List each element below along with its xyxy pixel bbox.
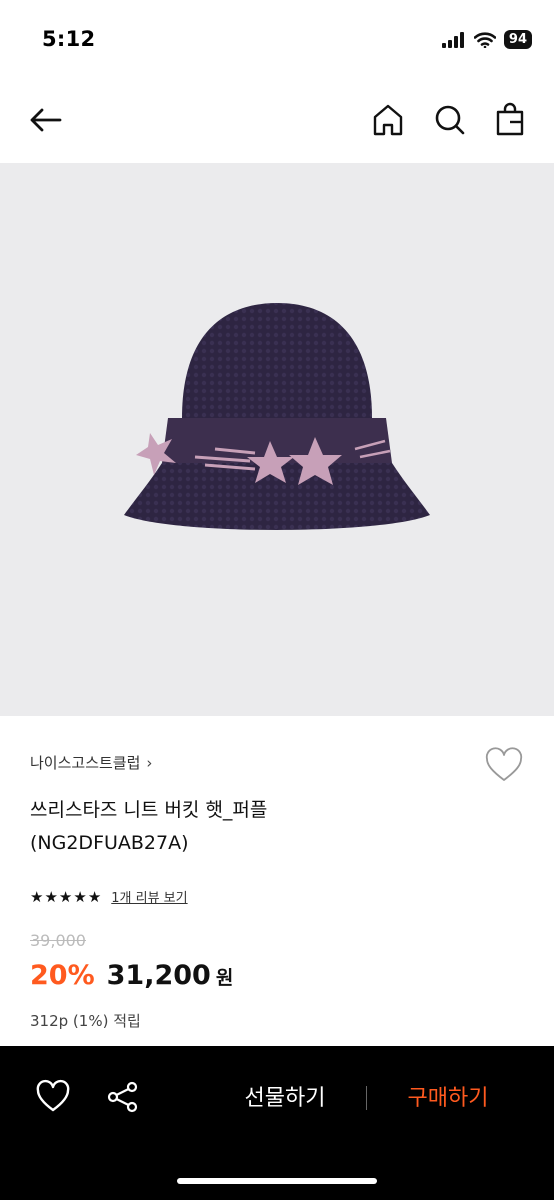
back-arrow-icon <box>30 108 62 132</box>
bottom-action-bar: 선물하기 구매하기 <box>0 1046 554 1200</box>
divider <box>366 1086 367 1110</box>
brand-name: 나이스고스트클럽 <box>30 754 141 772</box>
price-row: 20% 31,200 원 <box>30 960 233 991</box>
home-button[interactable] <box>368 100 408 140</box>
cart-button[interactable] <box>490 100 530 140</box>
product-title-line1: 쓰리스타즈 니트 버킷 햇_퍼플 <box>30 799 268 821</box>
heart-icon <box>36 1079 70 1112</box>
gift-button[interactable]: 선물하기 <box>225 1080 345 1112</box>
star-icon: ★ <box>73 887 87 906</box>
product-image[interactable] <box>0 163 554 716</box>
search-icon <box>435 105 465 135</box>
battery-icon: 94 <box>503 30 532 49</box>
star-icon: ★ <box>87 887 102 906</box>
share-button[interactable] <box>104 1078 142 1116</box>
discount-rate: 20% <box>30 960 95 991</box>
points-info: 312p (1%) 적립 <box>30 1012 141 1030</box>
currency-unit: 원 <box>215 967 234 989</box>
back-button[interactable] <box>26 100 66 140</box>
original-price: 39,000 <box>30 931 86 950</box>
product-title: 쓰리스타즈 니트 버킷 햇_퍼플 (NG2DFUAB27A) <box>30 794 470 860</box>
nav-bar <box>0 82 554 158</box>
purple-knit-bucket-hat-image <box>124 303 430 530</box>
wifi-icon <box>473 31 496 48</box>
heart-outline-icon <box>485 747 523 781</box>
rating-row: ★ ★ ★ ★ ★ 1개 리뷰 보기 <box>30 887 188 907</box>
star-icon: ★ <box>58 887 73 906</box>
review-link[interactable]: 1개 리뷰 보기 <box>111 887 187 906</box>
wishlist-button[interactable] <box>484 746 524 786</box>
shopping-bag-icon <box>496 102 524 136</box>
home-indicator <box>177 1178 377 1184</box>
share-icon <box>107 1081 138 1113</box>
status-icons: 94 <box>441 30 532 49</box>
buy-button[interactable]: 구매하기 <box>388 1080 508 1112</box>
bottom-wishlist-button[interactable] <box>34 1078 72 1116</box>
product-title-line2: (NG2DFUAB27A) <box>30 832 189 854</box>
search-button[interactable] <box>430 100 470 140</box>
star-icon: ★ <box>44 887 58 906</box>
status-time: 5:12 <box>42 27 96 51</box>
product-info: 나이스고스트클럽 › 쓰리스타즈 니트 버킷 햇_퍼플 (NG2DFUAB27A… <box>0 716 554 1046</box>
sale-price: 31,200 <box>106 960 211 991</box>
star-icon: ★ <box>30 887 44 906</box>
brand-link[interactable]: 나이스고스트클럽 › <box>30 752 152 773</box>
status-bar: 5:12 94 <box>0 0 554 80</box>
star-rating: ★ ★ ★ ★ ★ <box>30 888 101 906</box>
chevron-right-icon: › <box>146 753 153 772</box>
signal-icon <box>441 31 464 48</box>
home-icon <box>373 104 403 136</box>
